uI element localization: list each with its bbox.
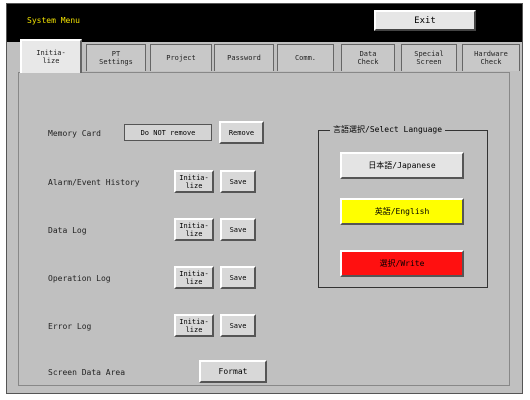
remove-button[interactable]: Remove [219, 121, 264, 144]
page-title: System Menu [27, 16, 80, 25]
error-log-save-button[interactable]: Save [220, 314, 256, 337]
data-log-label: Data Log [48, 226, 87, 235]
tab-initialize[interactable]: Initia- lize [20, 39, 82, 73]
operation-log-save-button[interactable]: Save [220, 266, 256, 289]
alarm-event-initialize-button[interactable]: Initia- lize [174, 170, 214, 193]
tab-data-check[interactable]: Data Check [341, 44, 395, 71]
operation-log-initialize-button[interactable]: Initia- lize [174, 266, 214, 289]
memory-card-label: Memory Card [48, 129, 101, 138]
other-language-button[interactable]: 選択/Write [340, 250, 464, 277]
error-log-initialize-button[interactable]: Initia- lize [174, 314, 214, 337]
data-log-save-button[interactable]: Save [220, 218, 256, 241]
tab-project[interactable]: Project [150, 44, 212, 71]
tab-password[interactable]: Password [214, 44, 274, 71]
format-button[interactable]: Format [199, 360, 267, 383]
tab-hardware-check[interactable]: Hardware Check [462, 44, 520, 71]
tab-special-screen[interactable]: Special Screen [401, 44, 457, 71]
data-log-initialize-button[interactable]: Initia- lize [174, 218, 214, 241]
alarm-event-save-button[interactable]: Save [220, 170, 256, 193]
exit-button[interactable]: Exit [374, 10, 476, 31]
screen-data-area-label: Screen Data Area [48, 368, 126, 377]
language-select-legend: 言語選択/Select Language [330, 124, 446, 135]
memory-card-status: Do NOT remove [124, 124, 212, 141]
alarm-event-history-label: Alarm/Event History [48, 178, 140, 187]
error-log-label: Error Log [48, 322, 92, 331]
tab-comm[interactable]: Comm. [277, 44, 334, 71]
japanese-language-button[interactable]: 日本語/Japanese [340, 152, 464, 179]
tab-pt-settings[interactable]: PT Settings [86, 44, 146, 71]
operation-log-label: Operation Log [48, 274, 111, 283]
english-language-button[interactable]: 英語/English [340, 198, 464, 225]
